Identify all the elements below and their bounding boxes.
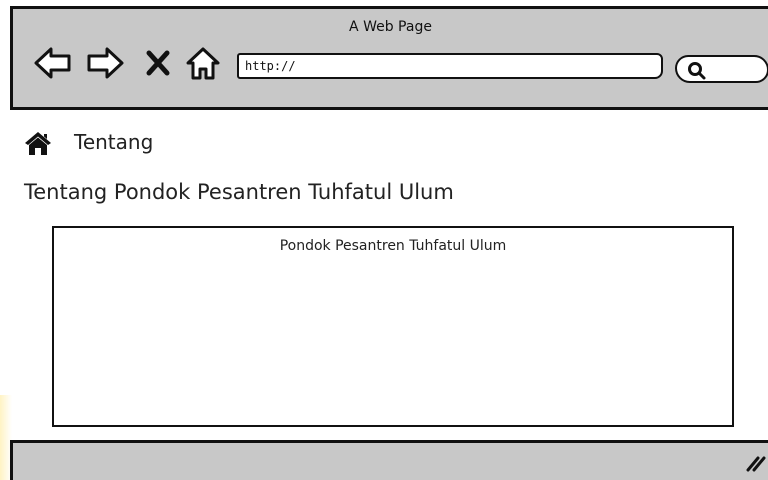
search-icon bbox=[688, 62, 706, 80]
back-icon[interactable] bbox=[33, 45, 73, 85]
url-input[interactable]: http:// bbox=[237, 53, 663, 79]
status-bar bbox=[10, 440, 768, 480]
home-icon[interactable] bbox=[185, 45, 221, 85]
page-title: Tentang Pondok Pesantren Tuhfatul Ulum bbox=[24, 180, 454, 204]
browser-chrome: A Web Page http:// bbox=[10, 6, 768, 110]
content-box-title: Pondok Pesantren Tuhfatul Ulum bbox=[279, 238, 507, 254]
forward-icon[interactable] bbox=[85, 45, 125, 85]
search-box[interactable] bbox=[675, 55, 768, 83]
content-box: Pondok Pesantren Tuhfatul Ulum bbox=[52, 226, 734, 427]
resize-grip-icon[interactable] bbox=[744, 452, 766, 476]
close-icon[interactable] bbox=[145, 49, 171, 81]
breadcrumb-label[interactable]: Tentang bbox=[74, 130, 153, 154]
breadcrumb-home-icon[interactable] bbox=[24, 130, 52, 160]
window-title: A Web Page bbox=[349, 19, 432, 35]
